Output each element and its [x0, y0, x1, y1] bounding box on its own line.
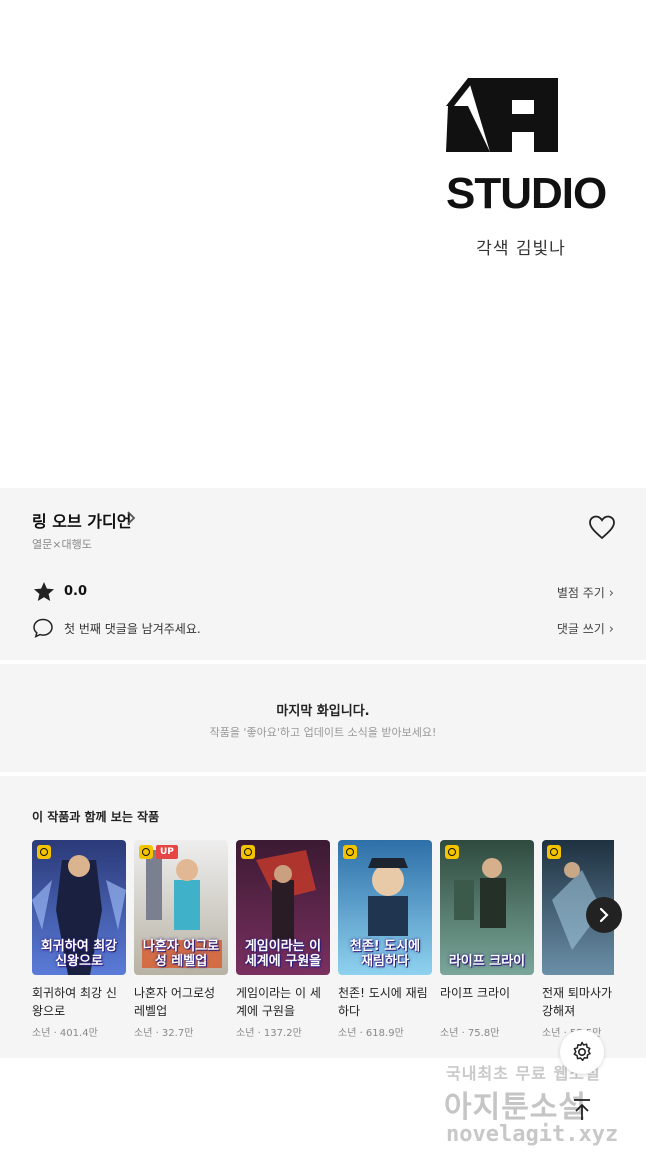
recommendation-card[interactable]: 게임이라는 이 세계에 구원을 게임이라는 이 세계에 구원을 소년 · 137… [236, 840, 330, 1050]
write-comment-button[interactable]: 댓글 쓰기 › [557, 620, 614, 637]
chevron-right-icon [599, 907, 609, 923]
carousel-next-button[interactable] [586, 897, 622, 933]
series-info-card: 링 오브 가디언 열문×대행도 0.0 별점 주기 › 첫 번째 댓글을 남겨주세… [0, 488, 646, 660]
recommendation-card[interactable]: UP 나혼자 어그로성 레벨업 나혼자 어그로성 레벨업 소년 · 32.7만 [134, 840, 228, 1050]
cover-title-text: 게임이라는 이 세계에 구원을 [244, 939, 322, 969]
star-icon [34, 582, 54, 601]
recommendation-card[interactable]: 전재 퇴마사가 꾸 강해져 소년 · 55.5만 [542, 840, 614, 1050]
cover-title-text: 나혼자 어그로성 레벨업 [142, 939, 220, 969]
recommendations-list: 회귀하여 최강 신왕으로 회귀하여 최강 신왕으로 소년 · 401.4만 UP… [32, 840, 614, 1050]
recommendation-meta: 소년 · 137.2만 [236, 1028, 302, 1039]
last-episode-title: 마지막 화입니다. [276, 704, 370, 719]
clock-badge-icon [547, 845, 561, 859]
clock-badge-icon [343, 845, 357, 859]
rate-button[interactable]: 별점 주기 › [557, 584, 614, 601]
last-episode-subtitle: 작품을 '좋아요'하고 업데이트 소식을 받아보세요! [209, 726, 437, 739]
comment-icon [33, 618, 53, 638]
recommendation-card[interactable]: 라이프 크라이 라이프 크라이 소년 · 75.8만 [440, 840, 534, 1050]
recommendation-title[interactable]: 회귀하여 최강 신왕으로 [32, 984, 126, 1020]
clock-badge-icon [241, 845, 255, 859]
clock-badge-icon [139, 845, 153, 859]
write-comment-label: 댓글 쓰기 [556, 622, 605, 636]
recommendation-meta: 소년 · 75.8만 [440, 1028, 500, 1039]
studio-logo-text: STUDIO [446, 169, 607, 218]
recommendation-title[interactable]: 게임이라는 이 세계에 구원을 [236, 984, 330, 1020]
rate-button-label: 별점 주기 [556, 586, 605, 600]
recommendation-title[interactable]: 천존! 도시에 재림하다 [338, 984, 432, 1020]
recommendation-meta: 소년 · 32.7만 [134, 1028, 194, 1039]
chevron-right-icon[interactable] [126, 510, 136, 526]
site-watermark: 국내최초 무료 웹소설 아지툰소설 novelagit.xyz [440, 1056, 630, 1171]
up-badge: UP [156, 845, 178, 859]
cover-thumbnail[interactable]: 라이프 크라이 [440, 840, 534, 975]
recommendations-title: 이 작품과 함께 보는 작품 [32, 810, 160, 824]
clock-badge-icon [445, 845, 459, 859]
rating-row: 0.0 별점 주기 › [32, 580, 614, 604]
studio-logo-icon [446, 78, 558, 152]
series-authors: 열문×대행도 [32, 538, 92, 551]
recommendation-meta: 소년 · 401.4만 [32, 1028, 98, 1039]
cover-title-text: 회귀하여 최강 신왕으로 [40, 939, 118, 969]
recommendation-card[interactable]: 회귀하여 최강 신왕으로 회귀하여 최강 신왕으로 소년 · 401.4만 [32, 840, 126, 1050]
cover-title-text: 천존! 도시에 재림하다 [349, 939, 421, 969]
cover-thumbnail[interactable]: UP 나혼자 어그로성 레벨업 [134, 840, 228, 975]
cover-thumbnail[interactable]: 천존! 도시에 재림하다 [338, 840, 432, 975]
chevron-right-icon: › [608, 586, 614, 601]
recommendation-meta: 소년 · 618.9만 [338, 1028, 404, 1039]
recommendation-title[interactable]: 라이프 크라이 [440, 984, 534, 1002]
last-episode-notice: 마지막 화입니다. 작품을 '좋아요'하고 업데이트 소식을 받아보세요! [0, 664, 646, 772]
settings-button[interactable] [560, 1030, 604, 1074]
adaptation-credit: 각색 김빛나 [476, 239, 566, 259]
cover-thumbnail[interactable]: 게임이라는 이 세계에 구원을 [236, 840, 330, 975]
comment-row: 첫 번째 댓글을 남겨주세요. 댓글 쓰기 › [32, 616, 614, 640]
heart-icon[interactable] [588, 514, 616, 540]
recommendations-section: 이 작품과 함께 보는 작품 회귀하여 최강 신왕으로 회귀하여 최강 신왕으로… [0, 776, 646, 1058]
clock-badge-icon [37, 845, 51, 859]
scroll-to-top-button[interactable] [566, 1094, 598, 1126]
chevron-right-icon: › [608, 622, 614, 637]
studio-credit-area: STUDIO 각색 김빛나 [0, 0, 646, 488]
gear-icon [573, 1041, 591, 1062]
rating-value: 0.0 [64, 584, 88, 599]
recommendation-title[interactable]: 나혼자 어그로성 레벨업 [134, 984, 228, 1020]
cover-thumbnail[interactable]: 회귀하여 최강 신왕으로 [32, 840, 126, 975]
series-title-link[interactable]: 링 오브 가디언 [32, 508, 131, 532]
recommendation-title[interactable]: 전재 퇴마사가 꾸 강해져 [542, 984, 614, 1020]
comment-prompt[interactable]: 첫 번째 댓글을 남겨주세요. [64, 620, 201, 637]
recommendation-card[interactable]: 천존! 도시에 재림하다 천존! 도시에 재림하다 소년 · 618.9만 [338, 840, 432, 1050]
cover-title-text: 라이프 크라이 [448, 954, 526, 969]
